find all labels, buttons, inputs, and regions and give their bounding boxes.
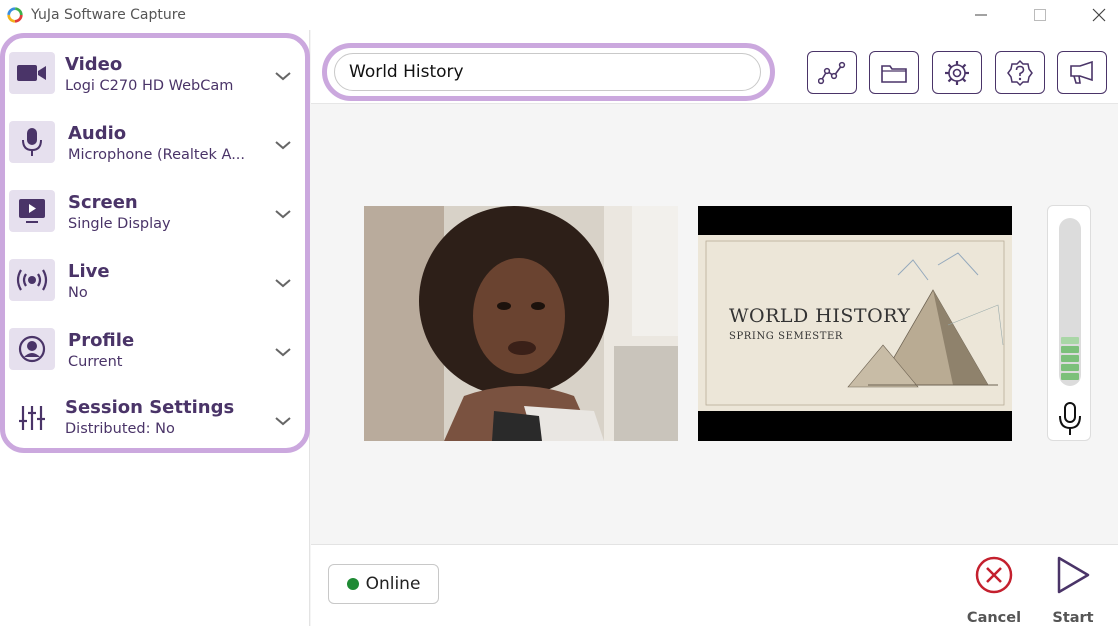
chevron-down-icon: [275, 348, 291, 357]
screen-play-icon: [9, 190, 55, 232]
chevron-down-icon: [275, 141, 291, 150]
yuja-logo-icon: [7, 7, 23, 23]
source-title: Profile: [68, 330, 135, 351]
help-button[interactable]: [995, 51, 1045, 94]
audio-level-bar: [1061, 355, 1079, 362]
chevron-down-icon: [275, 72, 291, 81]
microphone-icon: [9, 121, 55, 163]
chevron-down-icon: [275, 417, 291, 426]
app-window: YuJa Software Capture Video Logi C270 HD…: [0, 0, 1118, 626]
source-item-live[interactable]: Live No: [5, 249, 305, 317]
source-title: Screen: [68, 192, 138, 213]
top-toolbar: [311, 30, 1118, 104]
source-item-audio[interactable]: Audio Microphone (Realtek A...: [5, 111, 305, 179]
session-title-highlight: [322, 43, 775, 101]
source-item-video[interactable]: Video Logi C270 HD WebCam: [5, 42, 305, 110]
source-subtitle: No: [68, 285, 88, 301]
source-title: Session Settings: [65, 397, 235, 418]
source-title: Video: [65, 54, 123, 75]
source-subtitle: Microphone (Realtek A...: [68, 147, 246, 163]
audio-level-bar: [1061, 373, 1079, 380]
bottom-bar: Online Cancel Start: [311, 544, 1118, 626]
folder-icon: [881, 64, 907, 83]
minimize-icon: [975, 14, 987, 16]
video-camera-icon: [9, 52, 55, 94]
slide-title: WORLD HISTORY: [729, 305, 911, 327]
close-icon: [1092, 8, 1106, 22]
play-icon: [1057, 556, 1090, 594]
sources-panel: Video Logi C270 HD WebCam Audio Micropho…: [0, 30, 310, 626]
status-label: Online: [365, 574, 421, 594]
audio-level-bar: [1061, 364, 1079, 371]
window-title: YuJa Software Capture: [31, 7, 186, 23]
audio-level-meter: [1047, 205, 1091, 441]
status-button[interactable]: Online: [328, 564, 439, 604]
audio-level-bar: [1061, 337, 1079, 344]
settings-button[interactable]: [932, 51, 982, 94]
folder-button[interactable]: [869, 51, 919, 94]
maximize-icon: [1034, 9, 1046, 21]
audio-level-bar: [1061, 346, 1079, 353]
screen-preview: WORLD HISTORY SPRING SEMESTER: [698, 206, 1012, 441]
cancel-icon: [975, 556, 1013, 594]
microphone-icon: [1059, 402, 1081, 435]
preview-area: WORLD HISTORY SPRING SEMESTER: [311, 105, 1118, 541]
online-status-dot: [346, 578, 359, 590]
analytics-icon: [818, 61, 846, 84]
source-title: Audio: [68, 123, 127, 144]
broadcast-icon: [9, 259, 55, 301]
cancel-button[interactable]: Cancel: [959, 555, 1029, 626]
source-subtitle: Logi C270 HD WebCam: [65, 78, 234, 94]
source-title: Live: [68, 261, 110, 282]
source-subtitle: Current: [68, 354, 123, 370]
webcam-preview: [364, 206, 678, 441]
source-item-screen[interactable]: Screen Single Display: [5, 180, 305, 248]
close-window-button[interactable]: [1076, 0, 1118, 30]
session-title-input[interactable]: [334, 53, 761, 91]
source-subtitle: Distributed: No: [65, 421, 175, 437]
maximize-button[interactable]: [1017, 0, 1063, 30]
chevron-down-icon: [275, 210, 291, 219]
sources-list: Video Logi C270 HD WebCam Audio Micropho…: [0, 33, 310, 453]
audio-level-track: [1059, 218, 1081, 386]
announcement-icon: [1070, 60, 1093, 84]
gear-icon: [945, 60, 969, 85]
help-icon: [1007, 59, 1033, 86]
source-item-profile[interactable]: Profile Current: [5, 318, 305, 386]
slide-thumbnail: WORLD HISTORY SPRING SEMESTER: [698, 235, 1012, 411]
source-subtitle: Single Display: [68, 216, 171, 232]
slide-subtitle: SPRING SEMESTER: [729, 331, 844, 342]
user-circle-icon: [9, 328, 55, 370]
sliders-icon: [9, 397, 55, 439]
start-label: Start: [1052, 610, 1094, 626]
start-button[interactable]: Start: [1038, 555, 1108, 626]
source-item-session-settings[interactable]: Session Settings Distributed: No: [5, 387, 305, 455]
cancel-label: Cancel: [966, 610, 1022, 626]
announcement-button[interactable]: [1057, 51, 1107, 94]
analytics-button[interactable]: [807, 51, 857, 94]
chevron-down-icon: [275, 279, 291, 288]
title-bar: YuJa Software Capture: [0, 0, 1118, 30]
minimize-button[interactable]: [958, 0, 1004, 30]
